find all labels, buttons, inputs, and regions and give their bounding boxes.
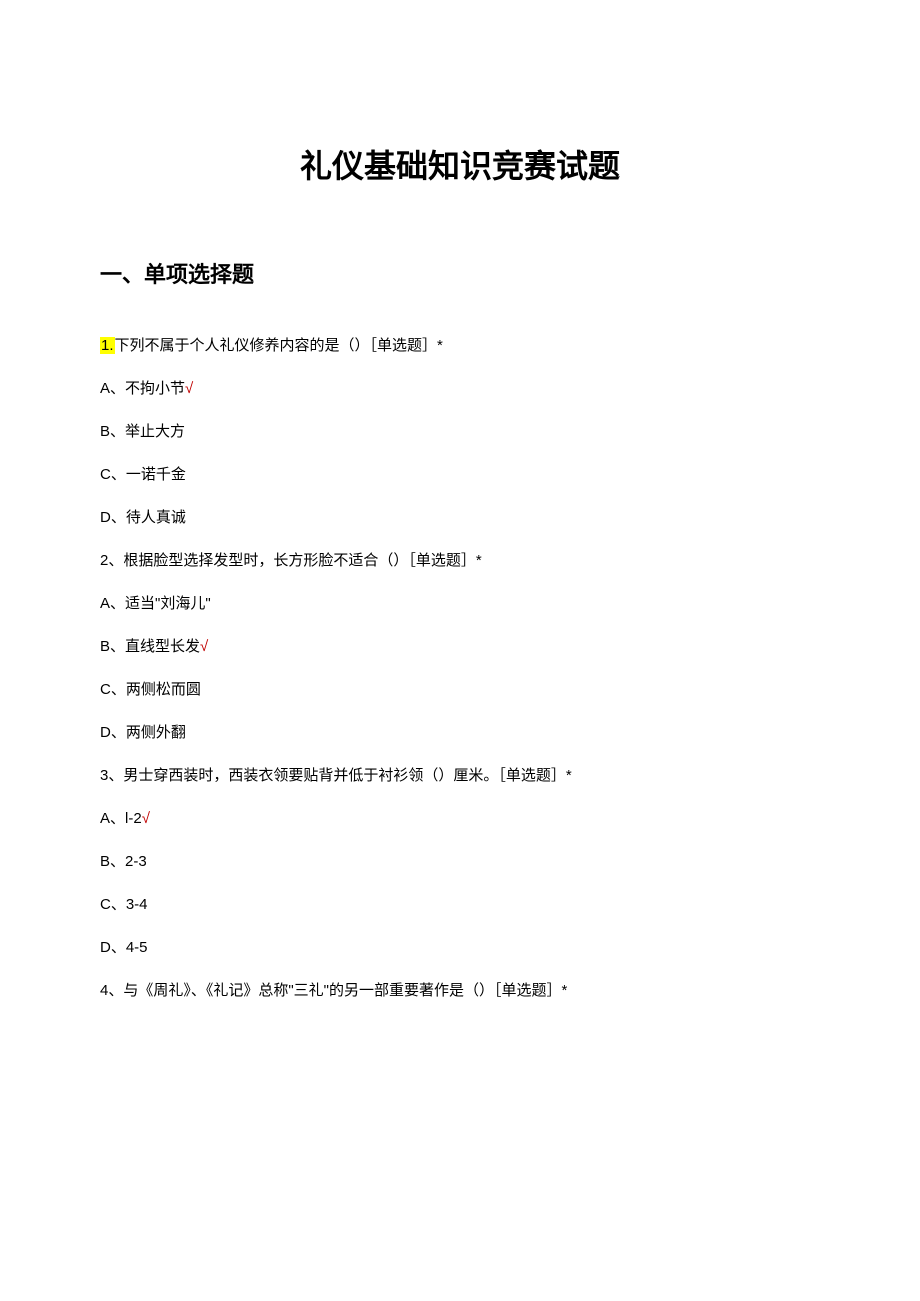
section-heading: 一、单项选择题 <box>100 257 820 289</box>
question-number: 4、 <box>100 982 123 999</box>
option-label: A、l-2 <box>100 810 142 827</box>
option: A、适当"刘海儿" <box>100 592 820 613</box>
question-text: 3、男士穿西装时，西装衣领要贴背并低于衬衫领（）厘米。［单选题］* <box>100 764 820 785</box>
option: B、举止大方 <box>100 420 820 441</box>
option: A、l-2√ <box>100 807 820 828</box>
question-number: 2、 <box>100 552 123 569</box>
check-icon: √ <box>185 380 193 397</box>
option-label: A、不拘小节 <box>100 380 185 397</box>
option: B、2-3 <box>100 850 820 871</box>
check-icon: √ <box>200 638 208 655</box>
question-text: 4、与《周礼》、《礼记》总称"三礼"的另一部重要著作是（）［单选题］* <box>100 979 820 1000</box>
option: C、两侧松而圆 <box>100 678 820 699</box>
option: C、3-4 <box>100 893 820 914</box>
option-label: B、直线型长发 <box>100 638 200 655</box>
question-text: 1.下列不属于个人礼仪修养内容的是（）［单选题］* <box>100 334 820 355</box>
option: C、一诺千金 <box>100 463 820 484</box>
option: A、不拘小节√ <box>100 377 820 398</box>
question-block: 1.下列不属于个人礼仪修养内容的是（）［单选题］* A、不拘小节√ B、举止大方… <box>100 334 820 527</box>
question-stem: 男士穿西装时，西装衣领要贴背并低于衬衫领（）厘米。［单选题］* <box>123 767 571 784</box>
question-stem: 根据脸型选择发型时，长方形脸不适合（）［单选题］* <box>123 552 481 569</box>
check-icon: √ <box>142 810 150 827</box>
question-text: 2、根据脸型选择发型时，长方形脸不适合（）［单选题］* <box>100 549 820 570</box>
question-number: 3、 <box>100 767 123 784</box>
question-number-highlight: 1. <box>100 337 115 354</box>
option: B、直线型长发√ <box>100 635 820 656</box>
option: D、4-5 <box>100 936 820 957</box>
question-stem: 下列不属于个人礼仪修养内容的是（）［单选题］* <box>115 337 443 354</box>
question-block: 3、男士穿西装时，西装衣领要贴背并低于衬衫领（）厘米。［单选题］* A、l-2√… <box>100 764 820 957</box>
option: D、待人真诚 <box>100 506 820 527</box>
question-block: 2、根据脸型选择发型时，长方形脸不适合（）［单选题］* A、适当"刘海儿" B、… <box>100 549 820 742</box>
document-title: 礼仪基础知识竞赛试题 <box>100 141 820 187</box>
option: D、两侧外翻 <box>100 721 820 742</box>
question-block: 4、与《周礼》、《礼记》总称"三礼"的另一部重要著作是（）［单选题］* <box>100 979 820 1000</box>
question-stem: 与《周礼》、《礼记》总称"三礼"的另一部重要著作是（）［单选题］* <box>123 982 567 999</box>
